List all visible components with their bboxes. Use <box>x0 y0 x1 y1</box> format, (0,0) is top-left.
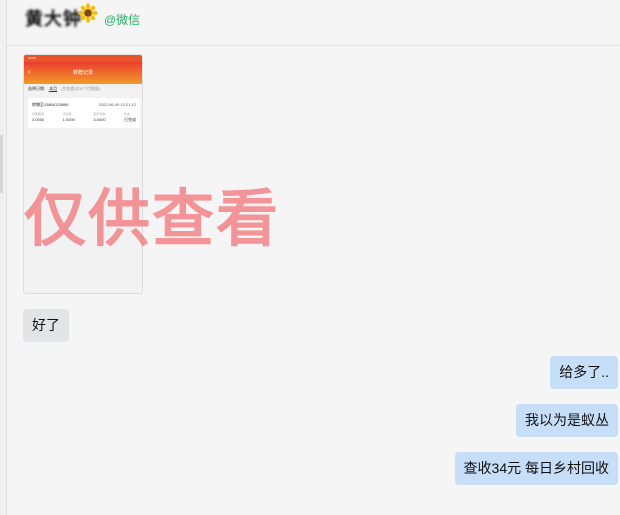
message-bubble-received[interactable]: 好了 <box>23 309 69 342</box>
shot-record-card: 转赠至13804133990 2022-06-09 12:21:12 转赠数量 3… <box>28 98 140 128</box>
shot-nav-bar: ‹ 转赠记录 <box>24 62 142 84</box>
shot-filter-hint: (仅查看近31个月数据) <box>61 86 101 91</box>
shot-record-column: 状态 已完成 <box>123 112 136 122</box>
message-bubble-sent[interactable]: 查收34元 每日乡村回收 <box>454 452 618 485</box>
message-bubble-sent[interactable]: 给多了.. <box>550 356 618 389</box>
sidebar-scroll-indicator[interactable] <box>0 135 3 193</box>
shot-filter-value: 本月 <box>49 86 58 91</box>
shot-date-filter: 选择日期: 本月 (仅查看近31个月数据) <box>28 86 100 92</box>
contact-name[interactable]: 黄大钟 <box>25 5 82 31</box>
shot-title: 转赠记录 <box>72 70 93 76</box>
message-bubble-sent[interactable]: 我以为是蚁丛 <box>516 404 618 437</box>
shot-record-columns: 转赠数量 3.0000 手续费 1.0000 实际到账 3.0000 状态 已完成 <box>32 112 136 122</box>
shot-record-time: 2022-06-09 12:21:12 <box>98 102 136 107</box>
left-sidebar-edge <box>0 0 7 515</box>
shot-filter-label: 选择日期: <box>28 86 46 91</box>
shot-record-column: 手续费 1.0000 <box>62 112 75 122</box>
sunflower-icon <box>78 3 98 23</box>
shot-record-account: 转赠至13804133990 <box>32 102 69 107</box>
shot-record-column: 转赠数量 3.0000 <box>32 112 45 122</box>
wechat-source-tag: @微信 <box>104 13 141 27</box>
chat-header: 黄大钟 @微信 <box>7 0 620 46</box>
shot-record-column: 实际到账 3.0000 <box>93 112 106 122</box>
shot-status-bar: 10:39 <box>24 55 142 62</box>
watermark-text: 仅供查看 <box>24 182 281 255</box>
